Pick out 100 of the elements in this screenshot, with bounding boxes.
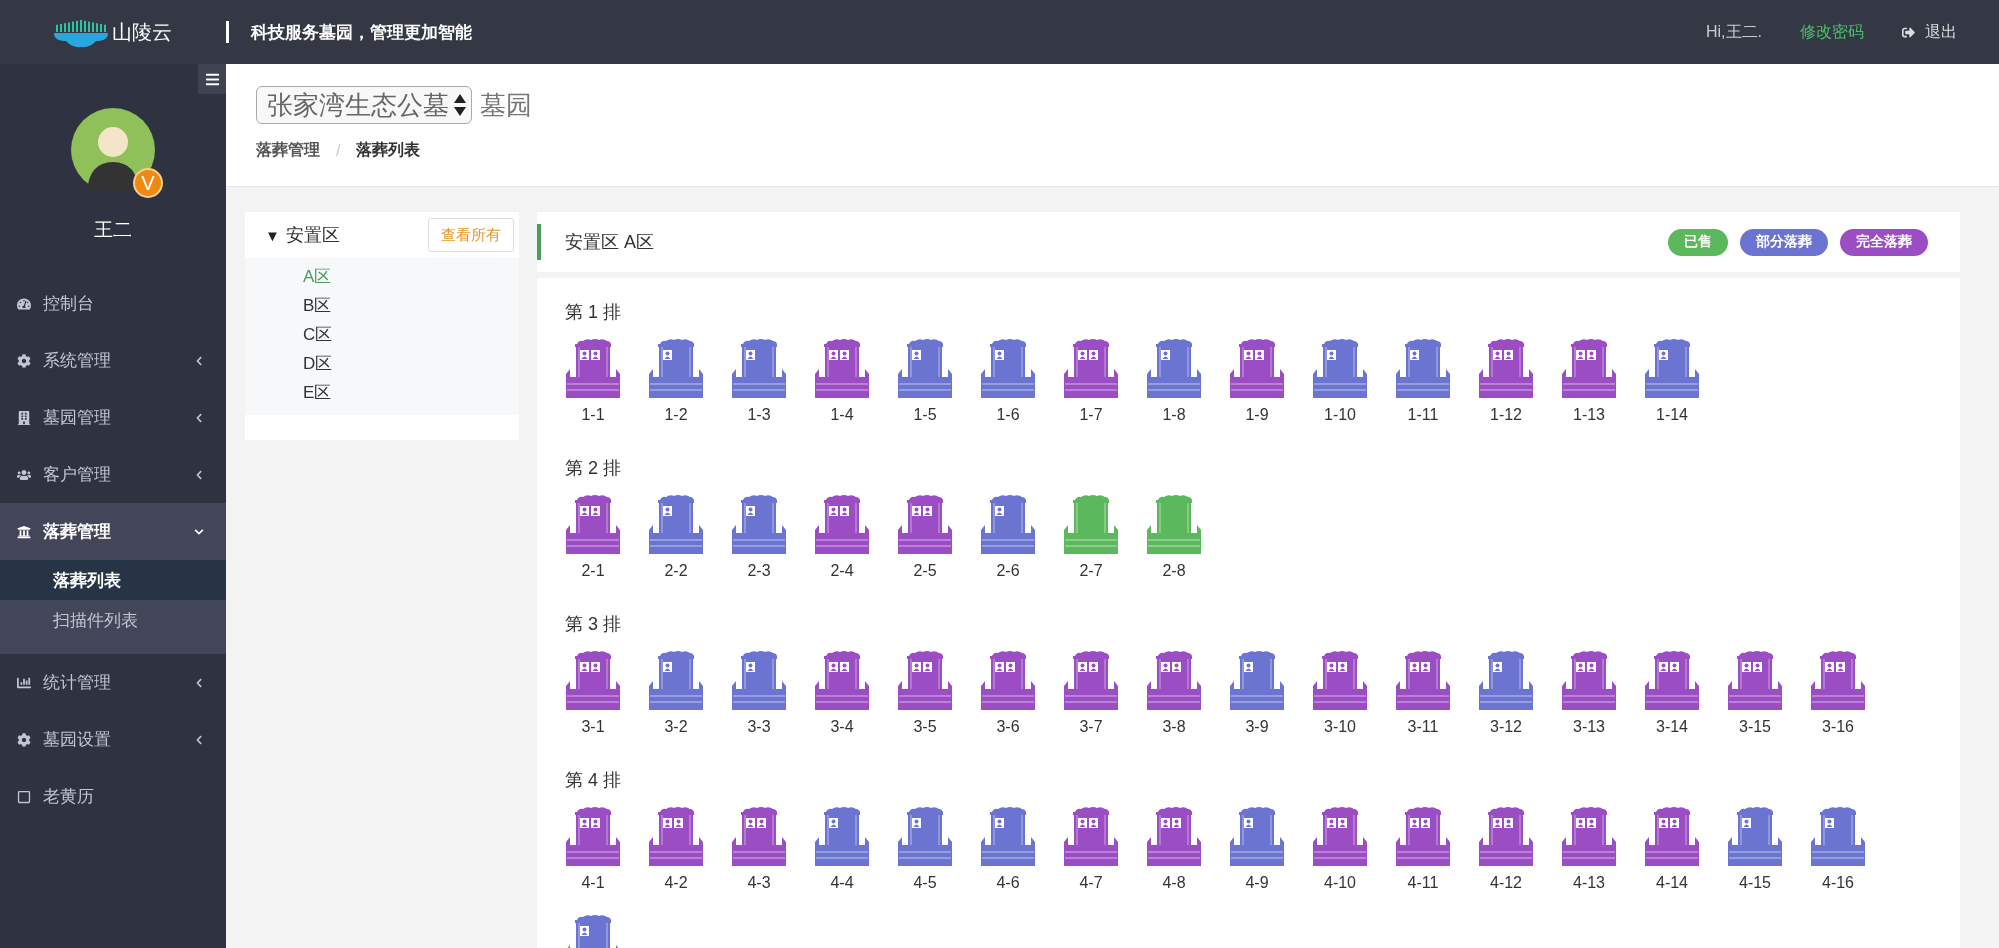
tree-item[interactable]: B区: [245, 291, 519, 320]
tree-item[interactable]: E区: [245, 378, 519, 407]
sidebar-item[interactable]: 客户管理: [0, 446, 226, 503]
grave-label[interactable]: 4-2: [664, 874, 688, 892]
grave-label[interactable]: 4-3: [747, 874, 771, 892]
grave-label[interactable]: 4-8: [1162, 874, 1186, 892]
logout-icon: [1902, 25, 1915, 39]
grave-label[interactable]: 4-10: [1324, 874, 1356, 892]
sidebar-item[interactable]: 墓园管理: [0, 389, 226, 446]
grave-label[interactable]: 3-1: [581, 718, 605, 736]
grave-label[interactable]: 4-1: [581, 874, 605, 892]
chevron-left-icon: [194, 734, 204, 745]
expand-triangle-icon[interactable]: ▼: [265, 226, 280, 244]
sidebar-subitem[interactable]: 落葬列表: [0, 560, 226, 600]
row-title: 第 4 排: [565, 769, 622, 792]
grave-label[interactable]: 2-8: [1162, 562, 1186, 580]
grave-label[interactable]: 2-1: [581, 562, 605, 580]
grave-label[interactable]: 3-15: [1739, 718, 1771, 736]
grave-label[interactable]: 4-14: [1656, 874, 1688, 892]
grave-label[interactable]: 4-9: [1245, 874, 1269, 892]
grave-label[interactable]: 1-2: [664, 406, 688, 424]
chevron-left-icon: [194, 677, 204, 688]
row-title: 第 2 排: [565, 457, 622, 480]
grave-label[interactable]: 3-2: [664, 718, 688, 736]
grave-label[interactable]: 4-11: [1407, 874, 1439, 892]
grave-label[interactable]: 1-10: [1324, 406, 1356, 424]
grave-label[interactable]: 4-5: [913, 874, 937, 892]
row-title: 第 1 排: [565, 301, 622, 324]
logo-text: 山陵云: [112, 19, 172, 45]
bank-icon: [17, 524, 31, 539]
sidebar-item[interactable]: 系统管理: [0, 332, 226, 389]
bar-chart-icon: [17, 675, 31, 690]
legend-tag: 部分落葬: [1740, 228, 1828, 256]
grave-label[interactable]: 4-13: [1573, 874, 1605, 892]
grave-label[interactable]: 2-2: [664, 562, 688, 580]
grave-label[interactable]: 1-12: [1490, 406, 1522, 424]
legend-tag: 完全落葬: [1840, 228, 1928, 256]
chevron-left-icon: [194, 412, 204, 423]
grave-label[interactable]: 4-12: [1490, 874, 1522, 892]
grave-label[interactable]: 3-5: [913, 718, 937, 736]
change-password-link[interactable]: 修改密码: [1800, 21, 1864, 43]
menu-toggle-button[interactable]: [198, 64, 226, 94]
row-title: 第 3 排: [565, 613, 622, 636]
page-title-suffix: 墓园: [480, 88, 532, 122]
grave-label[interactable]: 4-4: [830, 874, 854, 892]
greeting: Hi,王二.: [1706, 21, 1762, 42]
grave-label[interactable]: 3-11: [1407, 718, 1439, 736]
grave-label[interactable]: 3-13: [1573, 718, 1605, 736]
grave-label[interactable]: 3-14: [1656, 718, 1688, 736]
grave-label[interactable]: 3-8: [1162, 718, 1186, 736]
grave-label[interactable]: 1-5: [913, 406, 937, 424]
sidebar-item[interactable]: 落葬管理: [0, 503, 226, 560]
grave-label[interactable]: 4-7: [1079, 874, 1103, 892]
user-name: 王二: [94, 218, 132, 242]
grave-label[interactable]: 1-13: [1573, 406, 1605, 424]
menu-icon: [204, 71, 220, 87]
grave-label[interactable]: 3-12: [1490, 718, 1522, 736]
grave-label[interactable]: 4-16: [1822, 874, 1854, 892]
grave-label[interactable]: 1-4: [830, 406, 854, 424]
grave-label[interactable]: 1-9: [1245, 406, 1269, 424]
grave-label[interactable]: 1-3: [747, 406, 771, 424]
grave-label[interactable]: 1-1: [581, 406, 605, 424]
sidebar-item[interactable]: 控制台: [0, 275, 226, 332]
sidebar-item[interactable]: 墓园设置: [0, 711, 226, 768]
grave-label[interactable]: 3-6: [996, 718, 1020, 736]
sidebar-item[interactable]: 统计管理: [0, 654, 226, 711]
breadcrumb-separator: /: [336, 141, 341, 160]
cemetery-select[interactable]: 张家湾生态公墓: [256, 86, 472, 124]
settings-icon: [17, 732, 31, 747]
grave-label[interactable]: 1-6: [996, 406, 1020, 424]
grave-label[interactable]: 2-6: [996, 562, 1020, 580]
grave-label[interactable]: 3-9: [1245, 718, 1269, 736]
zone-title: 安置区 A区: [565, 231, 655, 254]
grave-label[interactable]: 1-14: [1656, 406, 1688, 424]
breadcrumb-item[interactable]: 落葬管理: [256, 140, 320, 161]
grave-label[interactable]: 3-16: [1822, 718, 1854, 736]
grave-label[interactable]: 4-15: [1739, 874, 1771, 892]
grave-label[interactable]: 2-3: [747, 562, 771, 580]
slogan: 科技服务墓园，管理更加智能: [251, 21, 473, 44]
grave-label[interactable]: 3-4: [830, 718, 854, 736]
grave-label[interactable]: 3-3: [747, 718, 771, 736]
legend-tag: 已售: [1668, 228, 1728, 256]
grave-label[interactable]: 3-7: [1079, 718, 1103, 736]
grave-label[interactable]: 1-8: [1162, 406, 1186, 424]
grave-label[interactable]: 3-10: [1324, 718, 1356, 736]
users-icon: [17, 467, 31, 482]
logout-link[interactable]: 退出: [1902, 21, 1957, 43]
grave-label[interactable]: 4-6: [996, 874, 1020, 892]
tree-item[interactable]: C区: [245, 320, 519, 349]
chevron-left-icon: [194, 469, 204, 480]
grave-label[interactable]: 2-5: [913, 562, 937, 580]
tree-root-label[interactable]: 安置区: [285, 223, 428, 247]
grave-label[interactable]: 1-11: [1407, 406, 1439, 424]
tree-item[interactable]: D区: [245, 349, 519, 378]
sidebar-subitem[interactable]: 扫描件列表: [0, 600, 226, 640]
sidebar-item[interactable]: 老黄历: [0, 768, 226, 825]
settings-icon: [17, 353, 31, 368]
grave-label[interactable]: 1-7: [1079, 406, 1103, 424]
grave-label[interactable]: 2-4: [830, 562, 854, 580]
grave-label[interactable]: 2-7: [1079, 562, 1103, 580]
